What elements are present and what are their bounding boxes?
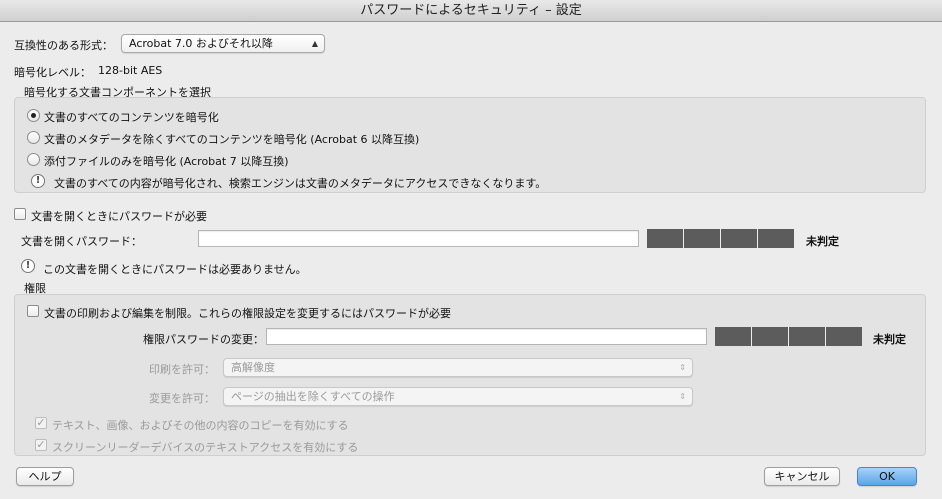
compat-select[interactable]: Acrobat 7.0 およびそれ以降 ▲ [121,34,325,53]
permissions-password-input[interactable] [266,328,707,345]
change-allow-value: ページの抽出を除くすべての操作 [231,390,395,403]
updown-arrows-icon: ⇕ [679,363,686,372]
require-open-password-label[interactable]: 文書を開くときにパスワードが必要 [31,208,207,224]
compat-select-value: Acrobat 7.0 およびそれ以降 [129,37,273,50]
permissions-password-strength-label: 未判定 [873,333,906,346]
radio-encrypt-all-label[interactable]: 文書のすべてのコンテンツを暗号化 [44,109,219,125]
radio-encrypt-attachments-label[interactable]: 添付ファイルのみを暗号化 (Acrobat 7 以降互換) [44,153,289,169]
open-password-note: この文書を開くときにパスワードは必要ありません。 [43,263,307,276]
screenreader-enabled-checkbox[interactable]: ✓ [35,439,47,451]
components-note: 文書のすべての内容が暗号化され、検索エンジンは文書のメタデータにアクセスできなく… [54,177,547,190]
change-allow-label: 変更を許可： [149,392,215,405]
copy-enabled-label[interactable]: テキスト、画像、およびその他の内容のコピーを有効にする [52,417,349,433]
cancel-button[interactable]: キャンセル [764,467,840,486]
restrict-editing-label[interactable]: 文書の印刷および編集を制限。これらの権限設定を変更するにはパスワードが必要 [44,305,451,321]
updown-arrows-icon: ⇕ [679,392,686,401]
info-icon: ! [21,259,35,273]
radio-encrypt-attachments[interactable] [27,153,40,166]
require-open-password-checkbox[interactable] [14,208,26,220]
encryption-level-label: 暗号化レベル： [14,66,91,79]
info-icon: ! [31,174,45,188]
radio-encrypt-except-metadata[interactable] [27,131,40,144]
open-password-strength-meter [647,229,794,248]
compat-label: 互換性のある形式： [14,39,113,52]
permissions-password-strength-meter [715,327,862,346]
encryption-level-value: 128-bit AES [98,64,163,77]
print-allow-label: 印刷を許可： [149,363,215,376]
screenreader-enabled-label[interactable]: スクリーンリーダーデバイスのテキストアクセスを有効にする [52,439,358,455]
radio-encrypt-all[interactable] [27,109,40,122]
window-title: パスワードによるセキュリティ – 設定 [0,0,942,22]
restrict-editing-checkbox[interactable] [27,305,39,317]
print-allow-select[interactable]: 高解像度 ⇕ [223,358,693,377]
change-allow-select[interactable]: ページの抽出を除くすべての操作 ⇕ [223,387,693,406]
print-allow-value: 高解像度 [231,361,275,374]
help-button[interactable]: ヘルプ [16,467,74,486]
copy-enabled-checkbox[interactable]: ✓ [35,417,47,429]
updown-arrows-icon: ▲ [311,39,318,48]
open-password-label: 文書を開くパスワード： [21,235,142,248]
ok-button[interactable]: OK [857,467,917,486]
open-password-strength-label: 未判定 [806,235,839,248]
radio-encrypt-except-metadata-label[interactable]: 文書のメタデータを除くすべてのコンテンツを暗号化 (Acrobat 6 以降互換… [44,131,419,147]
permissions-password-label: 権限パスワードの変更： [143,333,264,346]
open-password-input[interactable] [198,230,639,247]
